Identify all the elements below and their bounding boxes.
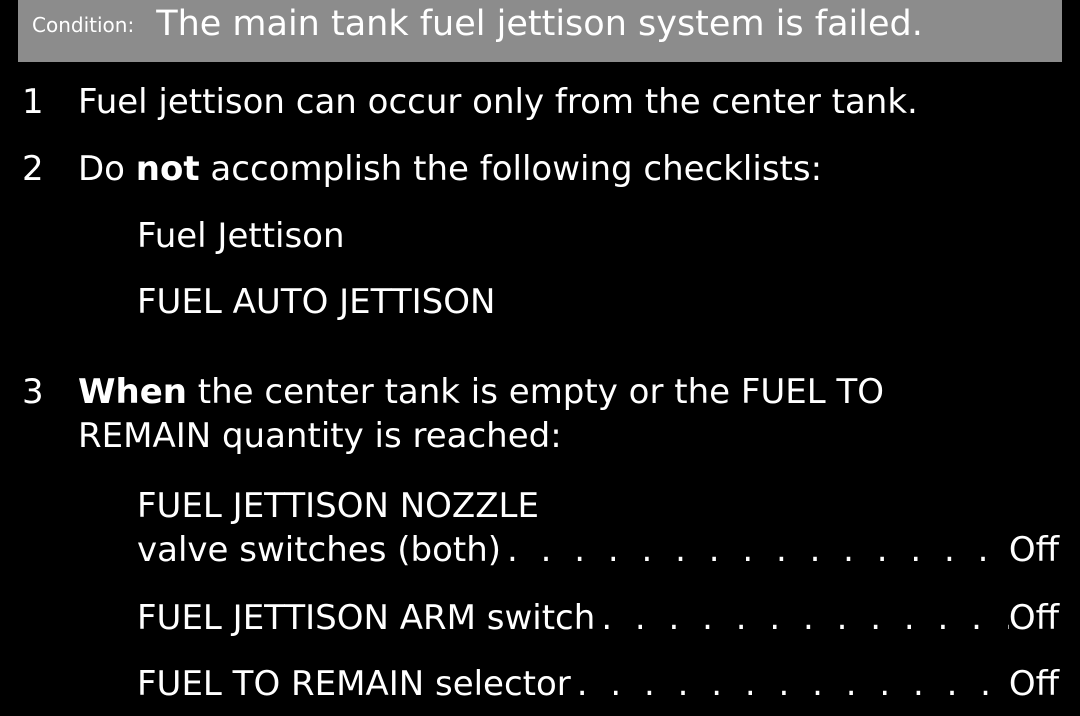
step-text-bold: not (135, 149, 200, 189)
item-action: Off (1008, 664, 1059, 704)
step-text: When the center tank is empty or the FUE… (78, 370, 884, 458)
checklist-item: FUEL TO REMAIN selector . . . . . . . . … (137, 662, 1059, 706)
step-number: 2 (22, 149, 44, 189)
step-text-pre: Do (78, 149, 136, 189)
step-text-line2: REMAIN quantity is reached: (78, 416, 562, 456)
condition-label: Condition: (32, 13, 135, 37)
condition-text: The main tank fuel jettison system is fa… (156, 4, 923, 44)
dot-leader: . . . . . . . . . . . . . . . . . . . . … (576, 664, 1009, 704)
step-number: 1 (22, 82, 44, 122)
item-label: FUEL JETTISON ARM switch (137, 598, 596, 638)
step-number: 3 (22, 372, 44, 412)
item-action: Off (1008, 598, 1059, 638)
checklist-reference: Fuel Jettison (137, 216, 345, 256)
step-text-post: accomplish the following checklists: (199, 149, 823, 189)
item-label: valve switches (both) (137, 530, 502, 570)
step-text: Do not accomplish the following checklis… (78, 147, 822, 191)
checklist-item: valve switches (both) . . . . . . . . . … (137, 528, 1059, 572)
condition-bar: Condition: The main tank fuel jettison s… (18, 0, 1062, 62)
step-2: 2 Do not accomplish the following checkl… (0, 147, 1080, 191)
dot-leader: . . . . . . . . . . . . . . . . . . . . … (601, 598, 1009, 638)
dot-leader: . . . . . . . . . . . . . . . . . . . . … (507, 530, 1009, 570)
item-label-line1: FUEL JETTISON NOZZLE (137, 486, 539, 526)
step-text: Fuel jettison can occur only from the ce… (78, 82, 918, 122)
checklist-item: FUEL JETTISON ARM switch . . . . . . . .… (137, 596, 1059, 640)
item-action: Off (1008, 530, 1059, 570)
step-text-line1: the center tank is empty or the FUEL TO (186, 372, 885, 412)
step-3: 3 When the center tank is empty or the F… (0, 370, 1080, 458)
step-1: 1 Fuel jettison can occur only from the … (0, 80, 1080, 124)
checklist-reference: FUEL AUTO JETTISON (137, 282, 496, 322)
item-label: FUEL TO REMAIN selector (137, 664, 571, 704)
step-text-bold: When (78, 372, 187, 412)
